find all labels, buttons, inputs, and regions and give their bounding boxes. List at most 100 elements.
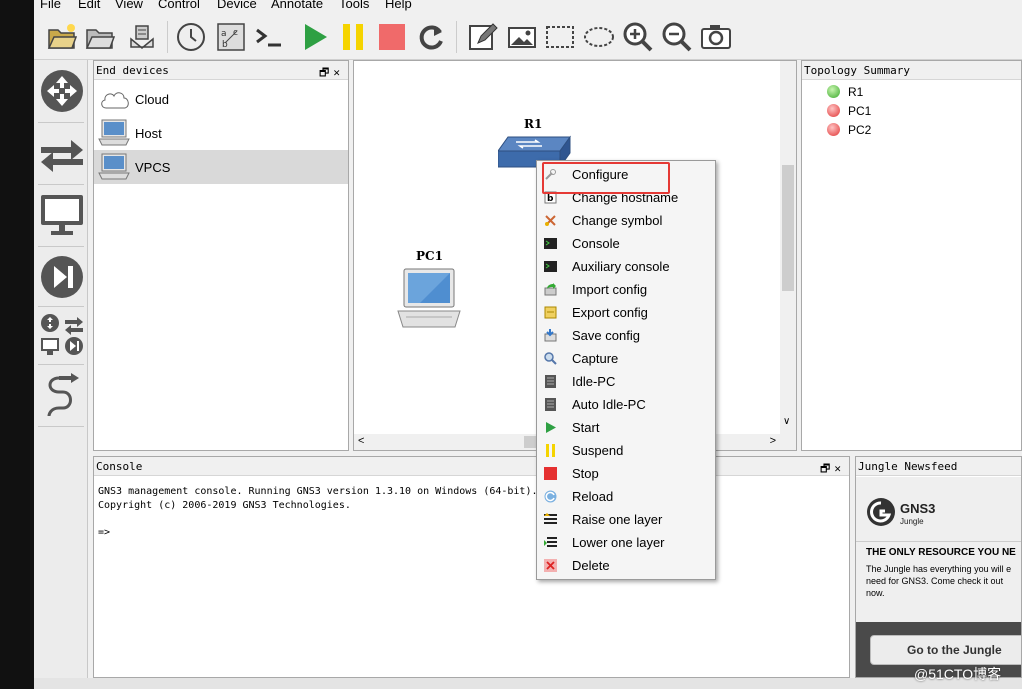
menu-bar: File Edit View Control Device Annotate T… [34,0,1022,13]
lower-layer-icon [544,537,557,547]
device-item-host[interactable]: Host [94,116,348,150]
snapshot-icon[interactable] [126,21,158,53]
open-folder-icon[interactable] [84,21,116,53]
clock-icon[interactable] [175,21,207,53]
reload-all-icon[interactable] [415,21,447,53]
menu-item-auxiliary-console[interactable]: Auxiliary console [537,255,715,278]
end-devices-title: End devices 🗗✕ [94,61,348,80]
menu-item-console[interactable]: Console [537,232,715,255]
screenshot-icon[interactable] [700,21,732,53]
jungle-newsfeed-panel: Jungle Newsfeed GNS3 Jungle THE ONLY RES… [855,456,1022,678]
topology-item-pc1[interactable]: PC1 [848,104,871,118]
menu-item-change-symbol[interactable]: Change symbol [537,209,715,232]
menu-item-raise-one-layer[interactable]: Raise one layer [537,508,715,531]
status-red-icon [827,104,840,117]
watermark: @51CTO博客 [914,666,1002,682]
menu-view[interactable]: View [115,0,143,11]
menu-annotate[interactable]: Annotate [271,0,323,11]
newsfeed-body: The Jungle has everything you will e [866,564,1012,574]
start-all-icon[interactable] [299,21,331,53]
pc-node-pc1[interactable] [396,267,462,329]
newsfeed-card: GNS3 Jungle THE ONLY RESOURCE YOU NE The… [856,477,1021,622]
terminal-icon [544,261,557,272]
switches-icon[interactable] [39,130,85,180]
raise-layer-icon [544,513,557,524]
security-devices-icon[interactable] [39,254,85,304]
panel-float-close-icon[interactable]: 🗗✕ [319,63,344,82]
draw-rectangle-icon[interactable] [544,21,576,53]
show-interface-labels-icon[interactable]: acb [215,21,247,53]
toolbar: acb [34,13,1022,60]
menu-item-idle-pc[interactable]: Idle-PC [537,370,715,393]
open-project-icon[interactable] [46,21,78,53]
svg-text:b: b [547,194,554,204]
console-panel: Console 🗗✕ GNS3 management console. Runn… [93,456,850,678]
device-type-bar [34,60,88,689]
svg-text:a: a [221,29,227,39]
newsfeed-headline: THE ONLY RESOURCE YOU NE [866,547,1016,558]
menu-file[interactable]: File [40,0,61,11]
play-icon [546,422,556,433]
menu-item-start[interactable]: Start [537,416,715,439]
draw-ellipse-icon[interactable] [583,21,615,53]
canvas-vertical-scrollbar[interactable]: ∨ [780,61,796,434]
console-line: GNS3 management console. Running GNS3 ve… [98,486,538,497]
console-all-icon[interactable] [253,21,285,53]
export-icon [544,306,557,319]
console-title: Console 🗗✕ [94,457,849,476]
insert-image-icon[interactable] [506,21,538,53]
routers-icon[interactable] [39,68,85,118]
pause-icon [546,444,555,457]
node-context-menu: Configure b Change hostname Change symbo… [536,160,716,580]
all-devices-icon[interactable] [39,312,85,362]
topology-item-r1[interactable]: R1 [848,85,863,99]
panel-float-close-icon[interactable]: 🗗✕ [820,459,845,478]
zoom-in-icon[interactable] [622,21,654,53]
menu-device[interactable]: Device [217,0,257,11]
delete-icon [544,559,557,572]
menu-item-save-config[interactable]: Save config [537,324,715,347]
node-label-r1: R1 [524,117,543,131]
add-note-icon[interactable] [466,21,498,53]
status-bar [34,678,1022,689]
menu-item-lower-one-layer[interactable]: Lower one layer [537,531,715,554]
status-red-icon [827,123,840,136]
symbol-icon [545,215,556,226]
suspend-all-icon[interactable] [337,21,369,53]
add-link-icon[interactable] [39,372,85,422]
cpu-icon [545,375,556,388]
menu-item-suspend[interactable]: Suspend [537,439,715,462]
menu-edit[interactable]: Edit [78,0,100,11]
magnifier-icon [544,352,557,365]
menu-help[interactable]: Help [385,0,412,11]
menu-item-delete[interactable]: Delete [537,554,715,577]
newsfeed-logo-text: GNS3 [900,501,936,516]
topology-summary-panel: Topology Summary R1 PC1 PC2 [801,60,1022,451]
newsfeed-body: now. [866,588,885,598]
menu-item-capture[interactable]: Capture [537,347,715,370]
node-label-pc1: PC1 [416,249,443,263]
end-devices-icon[interactable] [39,192,85,242]
terminal-icon [544,238,557,249]
stop-all-icon[interactable] [376,21,408,53]
topology-summary-title: Topology Summary [802,61,1021,80]
menu-tools[interactable]: Tools [339,0,369,11]
device-item-vpcs[interactable]: VPCS [94,150,348,184]
device-item-cloud[interactable]: Cloud [94,82,348,116]
zoom-out-icon[interactable] [661,21,693,53]
menu-item-export-config[interactable]: Export config [537,301,715,324]
menu-item-import-config[interactable]: Import config [537,278,715,301]
host-icon [98,119,130,146]
topology-item-pc2[interactable]: PC2 [848,123,871,137]
menu-item-auto-idle-pc[interactable]: Auto Idle-PC [537,393,715,416]
cpu-icon [545,398,556,411]
go-to-jungle-button[interactable]: Go to the Jungle [870,635,1021,665]
menu-item-stop[interactable]: Stop [537,462,715,485]
menu-item-reload[interactable]: Reload [537,485,715,508]
console-prompt[interactable]: => [98,527,110,538]
cloud-icon [101,92,129,109]
status-green-icon [827,85,840,98]
menu-control[interactable]: Control [158,0,200,11]
reload-icon [544,490,557,503]
end-devices-panel: End devices 🗗✕ Cloud Host VPCS [93,60,349,451]
